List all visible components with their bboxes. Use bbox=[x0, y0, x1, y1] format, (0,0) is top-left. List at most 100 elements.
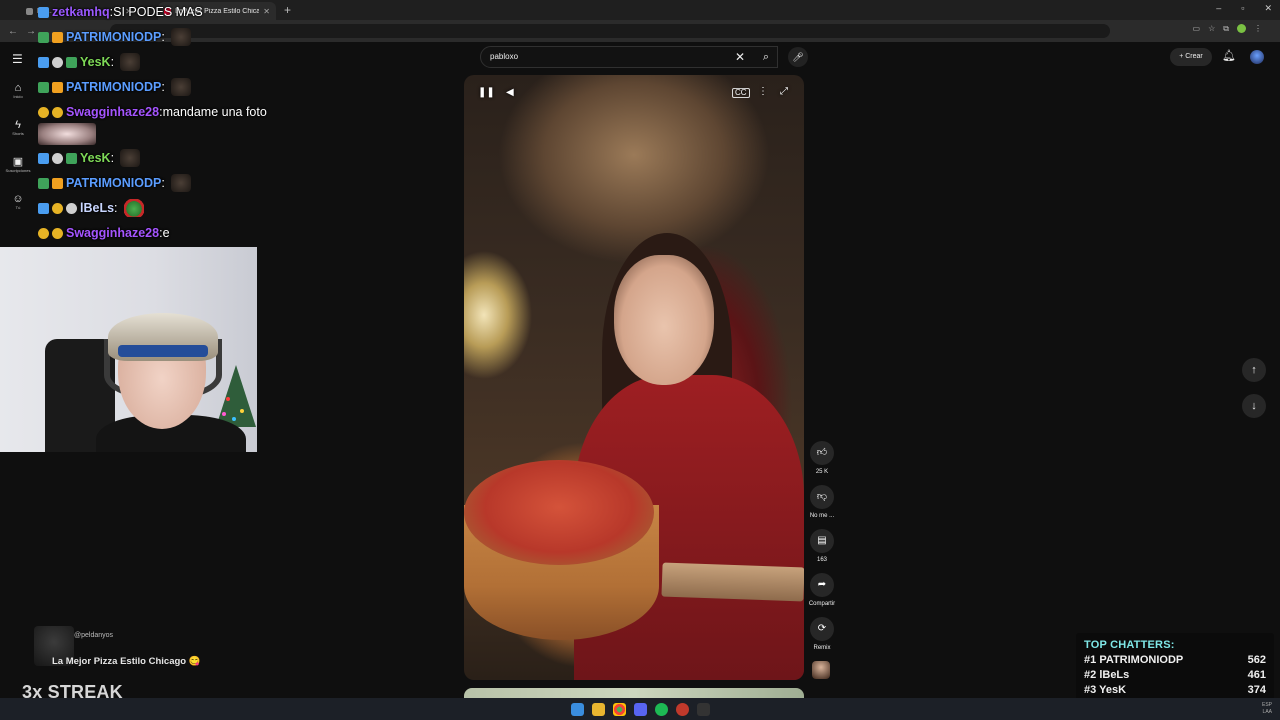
chat-separator: : bbox=[114, 201, 118, 215]
chat-username[interactable]: PATRIMONIODP bbox=[66, 30, 161, 44]
spotify-icon[interactable] bbox=[654, 702, 668, 716]
search-button[interactable]: ⌕ bbox=[754, 46, 778, 68]
serving-knife bbox=[661, 562, 804, 602]
share-action[interactable]: ➦ Compartir bbox=[806, 573, 838, 607]
streamer-cap-band bbox=[118, 345, 208, 357]
chat-badge-icon bbox=[52, 81, 63, 93]
chat-emote-icon bbox=[120, 149, 141, 167]
chat-badge-icon bbox=[38, 106, 49, 118]
remix-action[interactable]: ⟳ Remix bbox=[806, 617, 838, 651]
close-window-button[interactable]: ✕ bbox=[1264, 3, 1272, 14]
volume-icon[interactable]: ◀︎ bbox=[506, 87, 514, 98]
share-arrow-icon[interactable]: ➦ bbox=[810, 573, 834, 597]
chat-text: SI PODES MAS bbox=[113, 5, 203, 19]
notifications-bell-icon[interactable]: 🔔︎ bbox=[1222, 49, 1236, 62]
tree-light bbox=[240, 409, 244, 413]
top-chatter-row: #1 PATRIMONIODP 562 bbox=[1084, 654, 1266, 666]
chatter-count: 374 bbox=[1247, 684, 1266, 696]
chat-message: lBeLs: bbox=[38, 198, 144, 218]
share-label: Compartir bbox=[808, 601, 836, 607]
top-chatter-row: #2 lBeLs 461 bbox=[1084, 669, 1266, 681]
chatter-name: PATRIMONIODP bbox=[1099, 654, 1184, 666]
dislike-action[interactable]: 👎︎ No me ... bbox=[806, 485, 838, 519]
chat-username[interactable]: Swagginhaze28 bbox=[66, 105, 159, 119]
chat-username[interactable]: YesK bbox=[80, 151, 111, 165]
terminal-icon[interactable] bbox=[696, 702, 710, 716]
remix-icon[interactable]: ⟳ bbox=[810, 617, 834, 641]
browser-menu-icon[interactable]: ⋮ bbox=[1254, 24, 1262, 34]
screen: Nu... ✕ La Mejor Pizza Estilo Chicago ✕ … bbox=[0, 0, 1280, 720]
windows-taskbar: ESP LAA bbox=[0, 698, 1280, 720]
chat-text: mandame una foto bbox=[162, 105, 267, 119]
chat-message: YesK: bbox=[38, 52, 141, 72]
chat-message: YesK: bbox=[38, 148, 141, 168]
comments-action[interactable]: ▤ 163 bbox=[806, 529, 838, 563]
recommendation-title: La Mejor Pizza Estilo Chicago 😋 bbox=[52, 656, 201, 667]
chat-badge-icon bbox=[38, 227, 49, 239]
like-action[interactable]: 👍︎ 25 K bbox=[806, 441, 838, 475]
dislike-label: No me ... bbox=[809, 513, 835, 519]
chat-username[interactable]: PATRIMONIODP bbox=[66, 80, 161, 94]
chat-badge-icon bbox=[52, 152, 63, 164]
chat-message: PATRIMONIODP: bbox=[38, 77, 191, 97]
chat-username[interactable]: lBeLs bbox=[80, 201, 114, 215]
chat-emote-icon bbox=[170, 78, 191, 96]
minimize-button[interactable]: – bbox=[1216, 3, 1221, 14]
maximize-button[interactable]: ▫ bbox=[1241, 3, 1244, 14]
bookmark-star-icon[interactable]: ☆ bbox=[1208, 24, 1215, 34]
channel-avatar[interactable] bbox=[812, 661, 830, 679]
create-button[interactable]: + Crear bbox=[1170, 48, 1212, 66]
obs-icon[interactable] bbox=[675, 702, 689, 716]
chat-username[interactable]: PATRIMONIODP bbox=[66, 176, 161, 190]
video-person-face bbox=[614, 255, 714, 385]
previous-short-button[interactable]: ↑ bbox=[1242, 358, 1266, 382]
chat-separator: : bbox=[110, 151, 115, 165]
language-indicator[interactable]: ESP bbox=[1262, 702, 1272, 709]
streamer-webcam bbox=[0, 247, 257, 452]
chatter-count: 562 bbox=[1247, 654, 1266, 666]
clear-search-icon[interactable]: ✕ bbox=[735, 49, 745, 65]
window-controls: – ▫ ✕ bbox=[1216, 3, 1272, 14]
extensions-icon[interactable]: ⧉ bbox=[1223, 24, 1229, 34]
thumbs-up-icon[interactable]: 👍︎ bbox=[810, 441, 834, 465]
windows-start-icon[interactable] bbox=[570, 702, 584, 716]
file-explorer-icon[interactable] bbox=[591, 702, 605, 716]
chat-separator: : bbox=[161, 80, 165, 94]
voice-search-icon[interactable]: 🎤︎ bbox=[788, 47, 808, 67]
chat-badge-icon bbox=[38, 6, 49, 18]
fullscreen-icon[interactable]: ⤢ bbox=[780, 86, 788, 97]
chat-emote-icon bbox=[120, 53, 141, 71]
more-options-icon[interactable]: ⋮ bbox=[758, 86, 768, 97]
chat-badge-icon bbox=[52, 177, 63, 189]
tree-light bbox=[232, 417, 236, 421]
account-avatar[interactable] bbox=[1250, 50, 1264, 64]
chat-username[interactable]: YesK bbox=[80, 55, 111, 69]
cast-icon[interactable]: ▭ bbox=[1193, 24, 1201, 34]
pause-icon[interactable]: ❚❚ bbox=[478, 87, 495, 98]
chat-badge-icon bbox=[66, 202, 77, 214]
shorts-video-player[interactable]: ❚❚ ◀︎ CC ⋮ ⤢ bbox=[464, 75, 804, 680]
chatter-rank: #1 bbox=[1084, 654, 1097, 666]
chat-username[interactable]: zetkamhq bbox=[52, 5, 110, 19]
remix-label: Remix bbox=[813, 645, 831, 651]
recommendation-card[interactable]: @peldanyos La Mejor Pizza Estilo Chicago… bbox=[34, 626, 234, 676]
chat-badge-icon bbox=[38, 81, 49, 93]
chat-message: PATRIMONIODP: bbox=[38, 173, 191, 193]
search-input[interactable]: pabloxo bbox=[480, 46, 778, 68]
next-short-button[interactable]: ↓ bbox=[1242, 394, 1266, 418]
chat-username[interactable]: Swagginhaze28 bbox=[66, 226, 159, 240]
discord-icon[interactable] bbox=[633, 702, 647, 716]
language-indicator-secondary: LAA bbox=[1262, 709, 1272, 715]
recommendation-channel: @peldanyos bbox=[74, 632, 114, 639]
system-tray: ESP LAA bbox=[1262, 702, 1272, 716]
thumbs-down-icon[interactable]: 👎︎ bbox=[810, 485, 834, 509]
chat-badge-icon bbox=[52, 202, 63, 214]
tree-light bbox=[222, 412, 226, 416]
comment-icon[interactable]: ▤ bbox=[810, 529, 834, 553]
top-chatter-row: #3 YesK 374 bbox=[1084, 684, 1266, 696]
chat-separator: : bbox=[110, 55, 115, 69]
chatter-rank: #3 bbox=[1084, 684, 1097, 696]
captions-icon[interactable]: CC bbox=[732, 88, 750, 98]
profile-avatar-icon[interactable] bbox=[1237, 24, 1246, 33]
chrome-icon[interactable] bbox=[612, 702, 626, 716]
